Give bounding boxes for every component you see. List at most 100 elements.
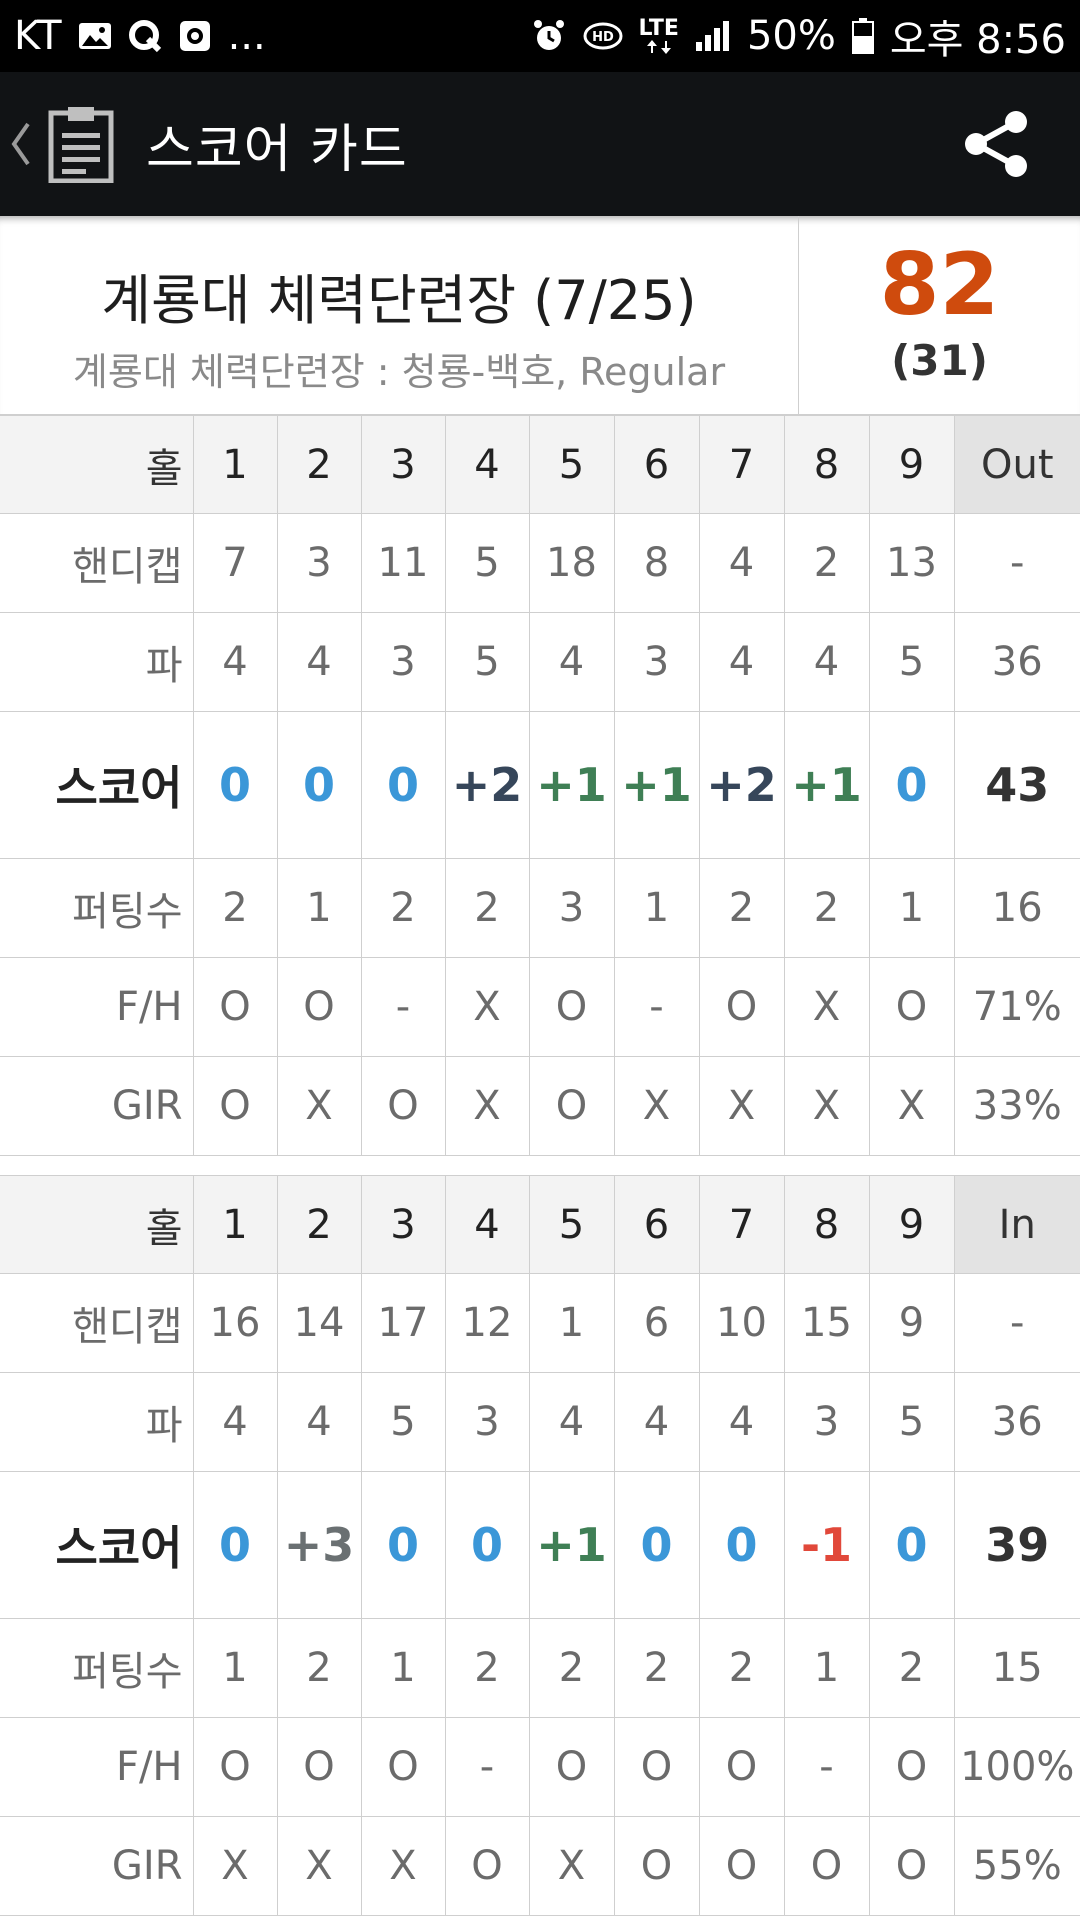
par-cell: 4	[783, 612, 870, 712]
putts-cell: 2	[783, 858, 870, 958]
putts-cell: 2	[360, 858, 446, 958]
gir-cell: O	[360, 1056, 446, 1156]
hole-cell: 6	[613, 1175, 700, 1274]
hole-cell: 9	[868, 1175, 955, 1274]
gallery-icon	[78, 21, 112, 51]
handicap-cell: 15	[783, 1273, 870, 1373]
par-total: 36	[953, 612, 1080, 712]
par-label: 파	[0, 612, 194, 712]
hd-icon: HD	[583, 21, 623, 51]
scorecard-in-table: 홀 1 2 3 4 5 6 7 8 9 In 핸디캡 16 14 17 12 1 6 10 15 9- 파 4 4 5 3 4 4 4 3…	[0, 1175, 1080, 1916]
gir-cell: X	[444, 1056, 530, 1156]
fairway-hit-label: F/H	[0, 957, 194, 1057]
putts-cell: 1	[360, 1618, 446, 1718]
hole-cell: 8	[783, 1175, 870, 1274]
clipboard-icon	[48, 105, 114, 183]
hole-row: 홀 1 2 3 4 5 6 7 8 9 Out	[0, 415, 1080, 514]
fairway-hit-cell: -	[444, 1717, 530, 1817]
par-cell: 4	[276, 1372, 362, 1472]
score-row: 스코어 0 0 0 +2 +1 +1 +2 +1 0 43	[0, 711, 1080, 859]
handicap-cell: 2	[783, 513, 870, 613]
lte-label: LTE	[638, 16, 679, 41]
gir-total: 33%	[953, 1056, 1080, 1156]
gir-cell: O	[192, 1056, 278, 1156]
putts-cell: 1	[613, 858, 700, 958]
handicap-cell: 8	[613, 513, 700, 613]
score-cell: -1	[783, 1471, 870, 1619]
share-icon[interactable]	[960, 108, 1032, 184]
course-subtitle: 계룡대 체력단련장 : 청룡-백호, Regular	[72, 350, 726, 394]
fairway-hit-cell: O	[192, 957, 278, 1057]
q-app-icon	[128, 19, 162, 53]
app-bar: 스코어 카드	[0, 72, 1080, 216]
gir-cell: X	[783, 1056, 870, 1156]
putts-cell: 1	[192, 1618, 278, 1718]
gir-label: GIR	[0, 1056, 194, 1156]
handicap-cell: 7	[192, 513, 278, 613]
status-bar: KT ... HD LTE 50% 오후 8:56	[0, 0, 1080, 72]
clock: 오후 8:56	[889, 17, 1066, 63]
handicap-total: -	[953, 1273, 1080, 1373]
signal-icon	[695, 20, 731, 52]
par-cell: 5	[444, 612, 530, 712]
score-total: 43	[953, 711, 1080, 859]
handicap-cell: 6	[613, 1273, 700, 1373]
handicap-cell: 16	[192, 1273, 278, 1373]
handicap-cell: 11	[360, 513, 446, 613]
course-info: 계룡대 체력단련장 (7/25) 계룡대 체력단련장 : 청룡-백호, Regu…	[0, 216, 799, 414]
par-cell: 5	[868, 1372, 955, 1472]
score-cell: 0	[192, 711, 278, 859]
putts-cell: 1	[276, 858, 362, 958]
handicap-cell: 14	[276, 1273, 362, 1373]
putts-cell: 1	[783, 1618, 870, 1718]
score-cell: 0	[613, 1471, 700, 1619]
handicap-cell: 10	[698, 1273, 785, 1373]
fairway-hit-cell: -	[360, 957, 446, 1057]
gir-cell: X	[698, 1056, 785, 1156]
scorecard-out-table: 홀 1 2 3 4 5 6 7 8 9 Out 핸디캡 7 3 11 5 18 8 4 2 13- 파 4 4 3 5 4 3 4 4 5 3…	[0, 415, 1080, 1156]
fairway-hit-cell: O	[528, 1717, 615, 1817]
fairway-hit-cell: O	[192, 1717, 278, 1817]
putts-cell: 2	[444, 1618, 530, 1718]
hole-cell: 7	[698, 415, 785, 514]
score-label: 스코어	[0, 1471, 194, 1619]
gir-cell: O	[613, 1816, 700, 1916]
hole-cell: 7	[698, 1175, 785, 1274]
gir-row: GIR X X X O X O O O O 55%	[0, 1816, 1080, 1916]
putts-cell: 2	[698, 1618, 785, 1718]
score-cell: +1	[528, 1471, 615, 1619]
gir-cell: O	[868, 1816, 955, 1916]
score-cell: 0	[276, 711, 362, 859]
fairway-hit-cell: O	[868, 1717, 955, 1817]
gir-label: GIR	[0, 1816, 194, 1916]
handicap-row: 핸디캡 16 14 17 12 1 6 10 15 9-	[0, 1273, 1080, 1373]
fairway-hit-cell: O	[698, 957, 785, 1057]
score-cell: +2	[444, 711, 530, 859]
fairway-hit-cell: -	[783, 1717, 870, 1817]
battery-percent: 50%	[746, 13, 836, 59]
par-label: 파	[0, 1372, 194, 1472]
par-cell: 4	[698, 612, 785, 712]
score-row: 스코어 0 +3 0 0 +1 0 0 -1 0 39	[0, 1471, 1080, 1619]
fairway-hit-label: F/H	[0, 1717, 194, 1817]
putts-row: 퍼팅수 2 1 2 2 3 1 2 2 1 16	[0, 858, 1080, 958]
back-arrow-icon[interactable]	[10, 120, 40, 168]
par-cell: 3	[613, 612, 700, 712]
course-header: 계룡대 체력단련장 (7/25) 계룡대 체력단련장 : 청룡-백호, Regu…	[0, 216, 1080, 415]
putts-label: 퍼팅수	[0, 1618, 194, 1718]
par-cell: 3	[783, 1372, 870, 1472]
putts-cell: 2	[528, 1618, 615, 1718]
fairway-hit-cell: O	[528, 957, 615, 1057]
total-summary: 82 (31)	[799, 216, 1080, 414]
gir-cell: X	[868, 1056, 955, 1156]
total-score: 82	[879, 235, 1000, 335]
par-total: 36	[953, 1372, 1080, 1472]
hole-cell: 3	[360, 1175, 446, 1274]
handicap-cell: 13	[868, 513, 955, 613]
hole-total: In	[953, 1175, 1080, 1274]
par-cell: 4	[528, 612, 615, 712]
putts-label: 퍼팅수	[0, 858, 194, 958]
putts-cell: 2	[276, 1618, 362, 1718]
fairway-hit-cell: -	[613, 957, 700, 1057]
handicap-cell: 3	[276, 513, 362, 613]
